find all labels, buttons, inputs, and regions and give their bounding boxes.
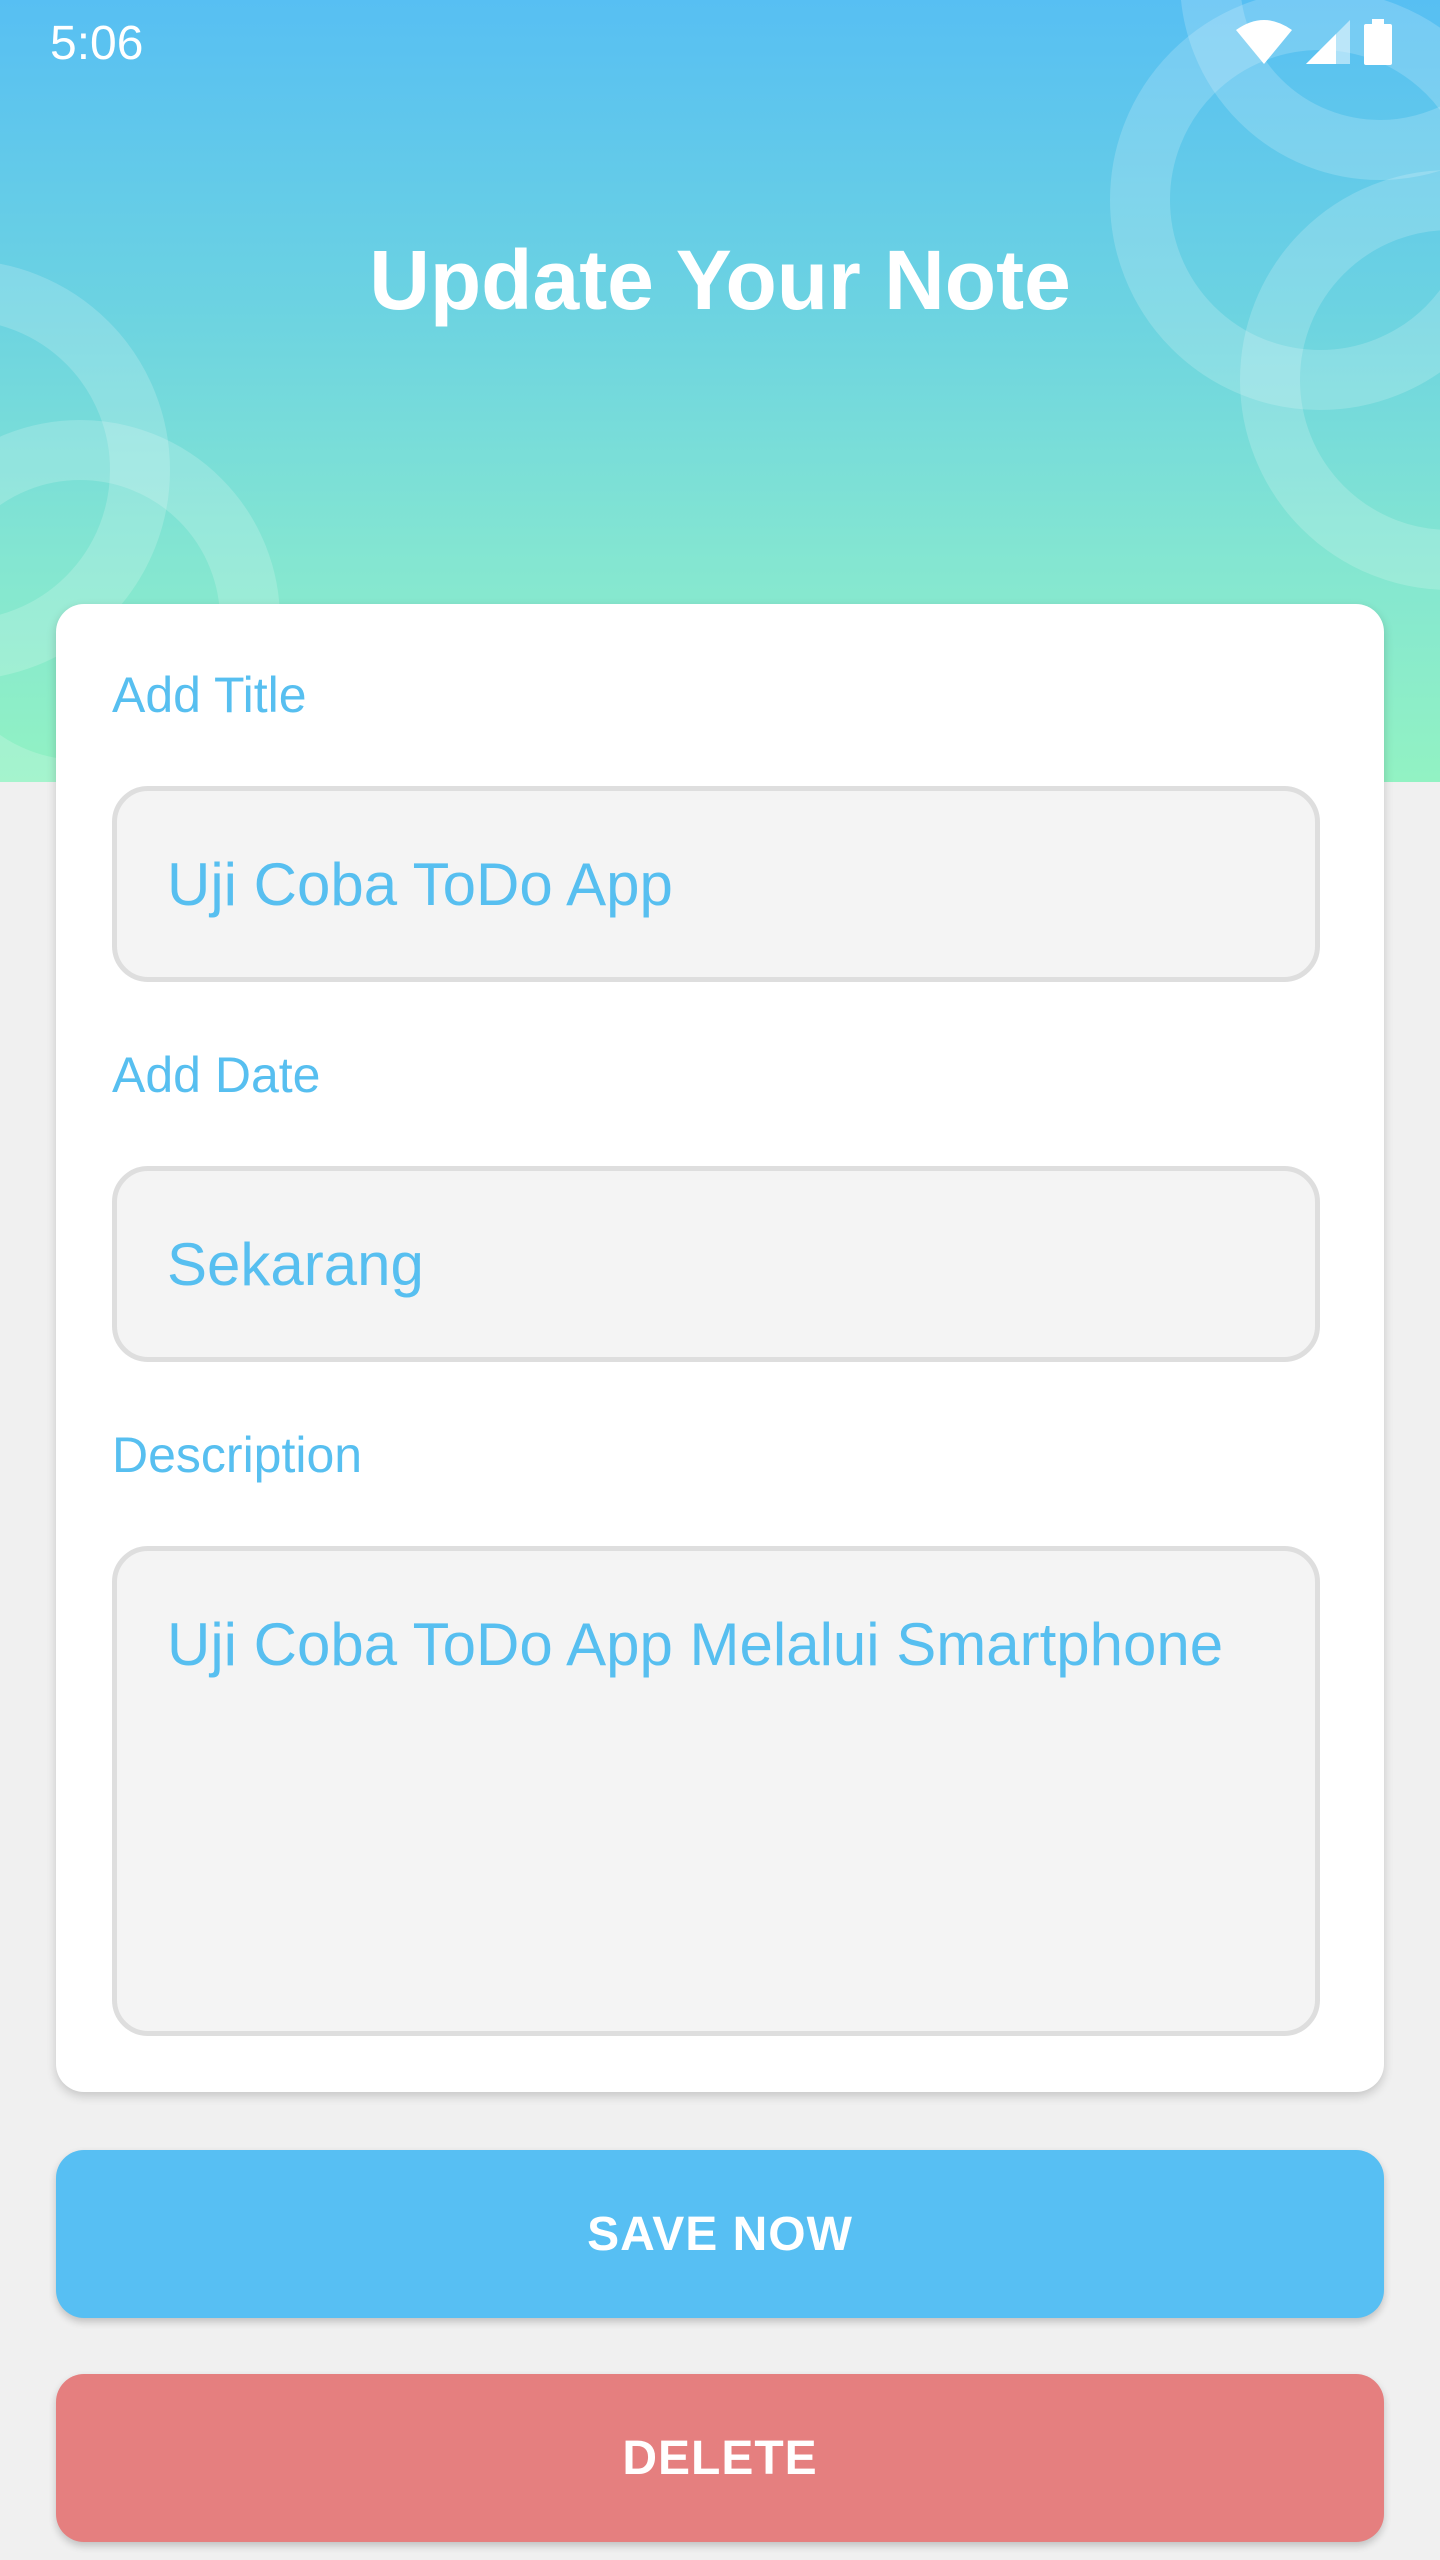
delete-button[interactable]: DELETE: [56, 2374, 1384, 2542]
status-time: 5:06: [50, 17, 144, 70]
save-now-button[interactable]: SAVE NOW: [56, 2150, 1384, 2318]
description-field-label: Description: [112, 1427, 363, 1483]
battery-icon: [1364, 19, 1392, 65]
date-field-label: Add Date: [112, 1047, 321, 1103]
cell-signal-icon: [1306, 20, 1350, 64]
title-input[interactable]: [112, 786, 1320, 982]
note-form-card: Add Title Add Date Description Uji Coba …: [56, 604, 1384, 2092]
page-title: Update Your Note: [369, 233, 1071, 327]
wifi-icon: [1236, 20, 1292, 64]
title-field-label: Add Title: [112, 667, 307, 723]
status-bar: 5:06: [0, 0, 1440, 84]
date-input[interactable]: [112, 1166, 1320, 1362]
status-icons: [1236, 18, 1392, 66]
description-textarea[interactable]: Uji Coba ToDo App Melalui Smartphone: [112, 1546, 1320, 2036]
